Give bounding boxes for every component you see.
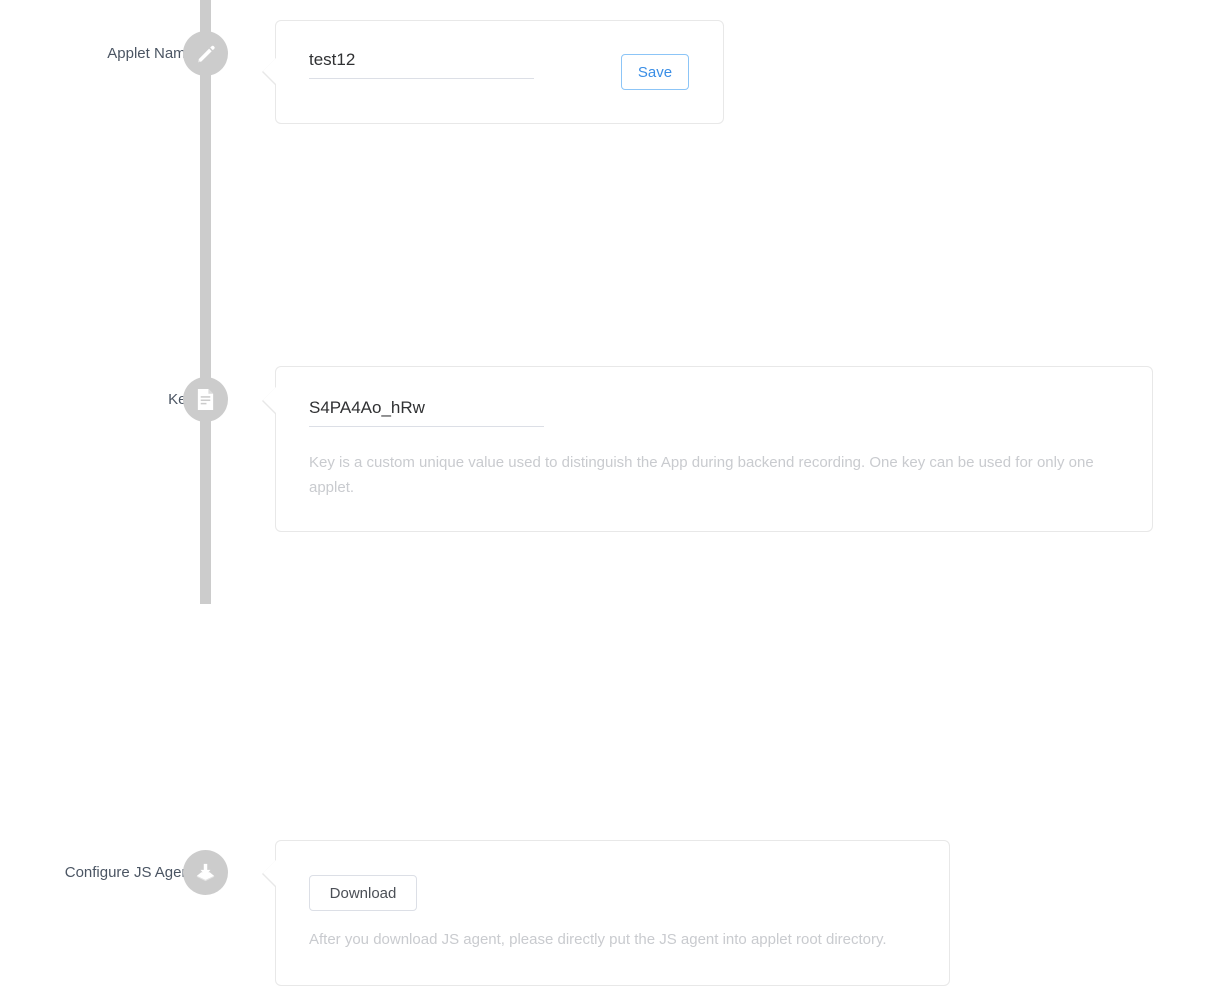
document-icon xyxy=(195,388,216,411)
timeline-node-js-agent xyxy=(183,850,228,895)
card-pointer-inner xyxy=(263,860,276,886)
key-input[interactable] xyxy=(309,394,544,427)
applet-name-card: Save xyxy=(262,20,724,124)
step-label-applet-name: Applet Name xyxy=(107,45,194,62)
js-agent-hint-text: After you download JS agent, please dire… xyxy=(309,931,887,948)
key-card: Key is a custom unique value used to dis… xyxy=(262,366,1153,532)
timeline-node-key xyxy=(183,377,228,422)
applet-name-input[interactable] xyxy=(309,46,534,79)
card-pointer-inner xyxy=(263,387,276,413)
timeline-spine xyxy=(200,0,211,604)
step-label-key: Key xyxy=(168,391,194,408)
timeline-node-applet-name xyxy=(183,31,228,76)
download-button[interactable]: Download xyxy=(309,875,417,911)
timeline-step-applet-name: Applet Name Save xyxy=(0,0,1221,140)
timeline-step-key: Key Key is a custom unique value used to… xyxy=(0,173,1221,532)
download-icon xyxy=(194,861,217,884)
key-hint-text: Key is a custom unique value used to dis… xyxy=(309,454,1094,496)
step-label-js-agent: Configure JS Agent xyxy=(64,864,194,881)
card-pointer-inner xyxy=(263,58,276,84)
js-agent-card: Download After you download JS agent, pl… xyxy=(262,840,950,986)
pencil-icon xyxy=(195,43,217,65)
save-button[interactable]: Save xyxy=(621,54,689,90)
